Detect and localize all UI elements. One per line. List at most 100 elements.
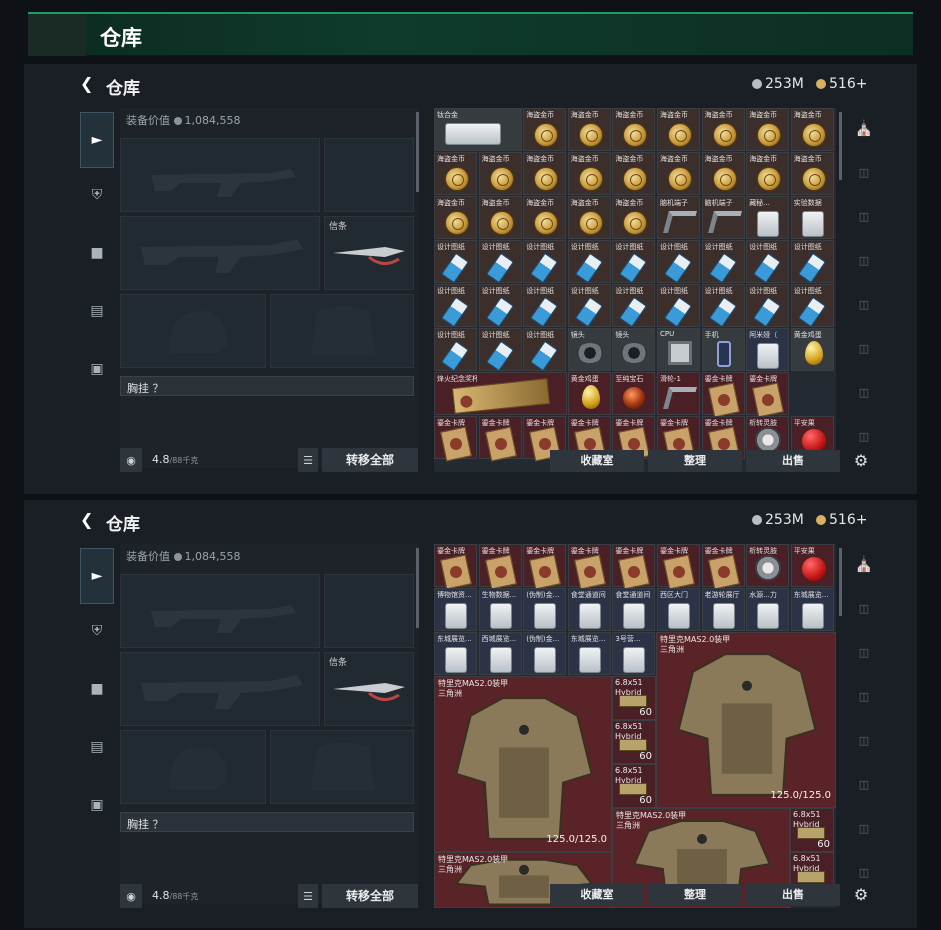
sidebar-item-documents[interactable]: ▤ bbox=[80, 292, 114, 330]
inventory-item[interactable]: 鎏金卡牌 bbox=[523, 544, 567, 590]
inventory-item-ammo[interactable]: 6.8x51Hybrid 60 bbox=[790, 808, 834, 852]
inventory-item[interactable]: 海盗金币 bbox=[567, 152, 611, 195]
armor-slot[interactable] bbox=[270, 294, 414, 368]
sort-button[interactable]: 整理 bbox=[648, 884, 742, 906]
inventory-item[interactable]: 东城展览... bbox=[434, 632, 477, 675]
sidebar-item-weapons[interactable]: ► bbox=[80, 548, 114, 604]
storage-tab-7[interactable]: ◫ bbox=[846, 372, 882, 412]
inventory-item[interactable]: 黄金鸡蛋 bbox=[567, 372, 611, 415]
storage-tab-3[interactable]: ◫ bbox=[846, 196, 882, 236]
inventory-item[interactable]: 海盗金币 bbox=[434, 152, 477, 195]
helmet-slot[interactable] bbox=[120, 294, 266, 368]
inventory-item[interactable]: 设计图纸 bbox=[523, 240, 567, 284]
inventory-item[interactable]: 3号营... bbox=[612, 632, 656, 675]
inventory-item[interactable]: 西区大门 bbox=[657, 588, 700, 631]
sell-button[interactable]: 出售 bbox=[746, 450, 840, 472]
storage-tab-main[interactable]: ⛪ bbox=[846, 108, 882, 148]
armor-slot[interactable] bbox=[270, 730, 414, 804]
move-all-button[interactable]: 转移全部 bbox=[322, 884, 418, 908]
storage-tab-2[interactable]: ◫ bbox=[846, 152, 882, 192]
inventory-item[interactable]: 鎏金卡牌 bbox=[701, 372, 745, 418]
inventory-item[interactable]: 设计图纸 bbox=[657, 240, 700, 284]
inventory-item[interactable]: 海盗金币 bbox=[790, 152, 834, 195]
sidebar-item-case[interactable]: ▣ bbox=[80, 786, 114, 824]
melee-slot[interactable]: 信条 bbox=[324, 216, 414, 290]
inventory-item[interactable]: 鎏金卡牌 bbox=[612, 544, 656, 590]
storage-tab-2[interactable]: ◫ bbox=[846, 588, 882, 628]
sidebar-item-weapons[interactable]: ► bbox=[80, 112, 114, 168]
inventory-item[interactable]: 设计图纸 bbox=[790, 284, 834, 328]
inventory-item[interactable]: 食堂通道间 bbox=[612, 588, 656, 631]
pistol-slot[interactable] bbox=[324, 138, 414, 212]
inventory-item[interactable]: 东城展览... bbox=[790, 588, 834, 631]
equipment-scrollbar[interactable] bbox=[416, 548, 419, 628]
melee-slot[interactable]: 信条 bbox=[324, 652, 414, 726]
helmet-slot[interactable] bbox=[120, 730, 266, 804]
storage-scrollbar[interactable] bbox=[839, 548, 842, 616]
secondary-weapon-slot[interactable] bbox=[120, 652, 320, 726]
inventory-item-ammo[interactable]: 6.8x51Hybrid 60 bbox=[612, 676, 656, 720]
inventory-item[interactable]: 鎏金卡牌 bbox=[478, 544, 522, 590]
inventory-item[interactable]: 平安果 bbox=[790, 544, 834, 587]
chest-rig-slot[interactable]: 胸挂 ？ bbox=[120, 376, 414, 396]
inventory-item[interactable]: 设计图纸 bbox=[612, 284, 656, 328]
inventory-item[interactable]: 老游轮展厅 bbox=[701, 588, 745, 631]
inventory-item[interactable]: 鎏金卡牌 bbox=[478, 416, 522, 462]
inventory-item[interactable]: (伪制)金... bbox=[523, 632, 567, 675]
back-arrow-icon[interactable]: ❮ bbox=[80, 76, 94, 92]
inventory-item[interactable]: 钛合金 bbox=[434, 108, 523, 151]
storage-tab-6[interactable]: ◫ bbox=[846, 328, 882, 368]
settings-button[interactable]: ⚙ bbox=[850, 450, 872, 472]
inventory-item[interactable]: 鎏金卡牌 bbox=[434, 544, 477, 590]
collection-button[interactable]: 收藏室 bbox=[550, 450, 644, 472]
inventory-item[interactable]: 海盗金币 bbox=[701, 108, 745, 151]
inventory-item[interactable]: 设计图纸 bbox=[790, 240, 834, 284]
inventory-item[interactable]: 设计图纸 bbox=[523, 328, 567, 372]
inventory-item[interactable]: 镜头 bbox=[612, 328, 656, 371]
primary-weapon-slot[interactable] bbox=[120, 574, 320, 648]
inventory-item[interactable]: 手机 bbox=[701, 328, 745, 371]
inventory-item[interactable]: 设计图纸 bbox=[434, 328, 477, 372]
list-view-button[interactable]: ☰ bbox=[298, 884, 318, 908]
inventory-item[interactable]: 水源...力 bbox=[746, 588, 790, 631]
inventory-item[interactable]: 海盗金币 bbox=[567, 108, 611, 151]
inventory-item[interactable]: 镜头 bbox=[567, 328, 611, 371]
storage-tab-4[interactable]: ◫ bbox=[846, 676, 882, 716]
collection-button[interactable]: 收藏室 bbox=[550, 884, 644, 906]
inventory-item[interactable]: 脑机端子 bbox=[701, 196, 745, 239]
storage-tab-4[interactable]: ◫ bbox=[846, 240, 882, 280]
storage-tab-5[interactable]: ◫ bbox=[846, 284, 882, 324]
inventory-item[interactable]: 设计图纸 bbox=[701, 284, 745, 328]
inventory-item[interactable]: 海盗金币 bbox=[746, 108, 790, 151]
inventory-item[interactable]: 海盗金币 bbox=[523, 108, 567, 151]
inventory-item[interactable]: 设计图纸 bbox=[478, 240, 522, 284]
inventory-item[interactable]: 海盗金币 bbox=[657, 152, 700, 195]
settings-button[interactable]: ⚙ bbox=[850, 884, 872, 906]
sidebar-item-backpack[interactable]: ■ bbox=[80, 670, 114, 708]
lock-button[interactable]: ◉ bbox=[120, 884, 142, 908]
inventory-item[interactable]: 海盗金币 bbox=[478, 196, 522, 239]
inventory-item[interactable]: 设计图纸 bbox=[567, 284, 611, 328]
chest-rig-slot[interactable]: 胸挂 ？ bbox=[120, 812, 414, 832]
inventory-item[interactable]: 海盗金币 bbox=[612, 152, 656, 195]
inventory-item[interactable]: 海盗金币 bbox=[478, 152, 522, 195]
storage-tab-7[interactable]: ◫ bbox=[846, 808, 882, 848]
move-all-button[interactable]: 转移全部 bbox=[322, 448, 418, 472]
inventory-item[interactable]: 鎏金卡牌 bbox=[567, 544, 611, 590]
inventory-item[interactable]: 脑机端子 bbox=[657, 196, 700, 239]
inventory-item[interactable]: 生物数据... bbox=[478, 588, 522, 631]
inventory-item[interactable]: 海盗金币 bbox=[523, 196, 567, 239]
storage-tab-6[interactable]: ◫ bbox=[846, 764, 882, 804]
sell-button[interactable]: 出售 bbox=[746, 884, 840, 906]
storage-tab-main[interactable]: ⛪ bbox=[846, 544, 882, 584]
list-view-button[interactable]: ☰ bbox=[298, 448, 318, 472]
inventory-item[interactable]: 鎏金卡牌 bbox=[746, 372, 790, 418]
sidebar-item-case[interactable]: ▣ bbox=[80, 350, 114, 388]
inventory-item-armor[interactable]: 特里克MAS2.0装甲 三角洲 125.0/125.0 bbox=[434, 676, 612, 852]
inventory-item[interactable]: CPU bbox=[657, 328, 700, 371]
inventory-item[interactable]: 东城展览... bbox=[567, 632, 611, 675]
inventory-item[interactable]: 设计图纸 bbox=[746, 284, 790, 328]
sidebar-item-backpack[interactable]: ■ bbox=[80, 234, 114, 272]
inventory-item[interactable]: 食堂通道间 bbox=[567, 588, 611, 631]
inventory-item[interactable]: 海盗金币 bbox=[612, 108, 656, 151]
